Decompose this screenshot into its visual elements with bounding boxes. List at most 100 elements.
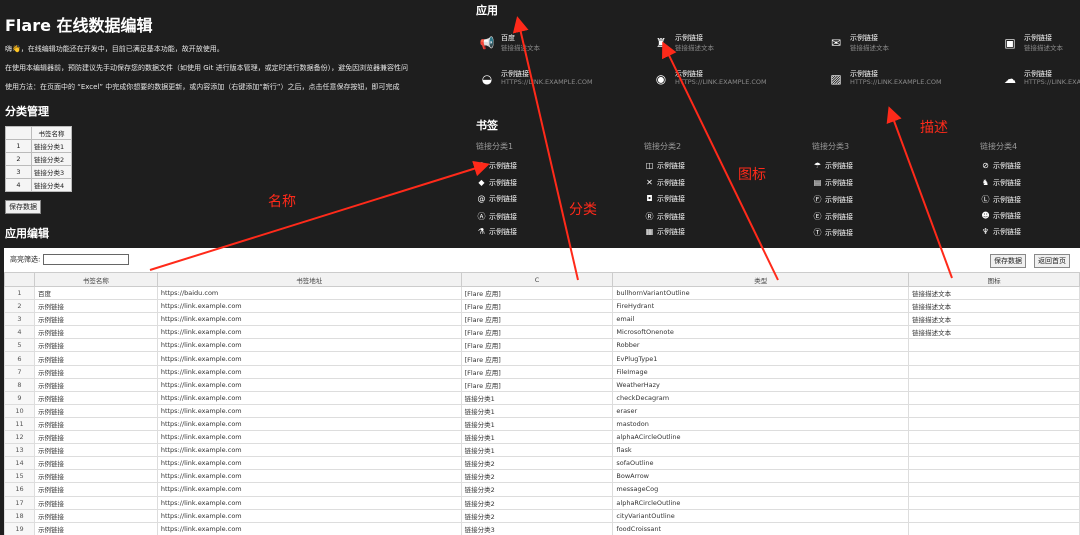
table-row[interactable]: 19 示例链接 https://link.example.com 链接分类3 foodC… — [4, 521, 1080, 535]
cell-icon[interactable] — [908, 469, 1080, 484]
table-row[interactable]: 15 示例链接 https://link.example.com 链接分类2 BowAr… — [4, 469, 1080, 484]
table-row[interactable]: 18 示例链接 https://link.example.com 链接分类2 cityV… — [4, 508, 1080, 523]
bookmark-item[interactable]: Ⓡ 示例链接 — [644, 211, 686, 222]
cell-icon[interactable] — [908, 390, 1080, 405]
cell-type[interactable]: EvPlugType1 — [612, 351, 910, 366]
cell-category[interactable]: [Flare 应用] — [460, 285, 614, 301]
table-row[interactable]: 5 示例链接 https://link.example.com [Flare 应用] R… — [4, 338, 1080, 353]
cell-url[interactable]: https://link.example.com — [156, 416, 462, 432]
bookmark-item[interactable]: ◆ 示例链接 — [476, 178, 517, 188]
cell-category[interactable]: 链接分类2 — [460, 508, 614, 523]
category-row-name[interactable]: 链接分类4 — [31, 178, 72, 192]
cell-icon[interactable]: 链接描述文本 — [908, 299, 1080, 314]
bookmark-item[interactable]: Ⓔ 示例链接 — [812, 211, 854, 222]
cell-type[interactable]: alphaRCircleOutline — [612, 495, 910, 510]
cell-category[interactable]: 链接分类2 — [460, 482, 614, 497]
table-row[interactable]: 10 示例链接 https://link.example.com 链接分类1 erase… — [4, 403, 1080, 418]
cell-url[interactable]: https://link.example.com — [156, 351, 462, 366]
cell-name[interactable]: 示例链接 — [33, 508, 158, 523]
bookmark-item[interactable]: ♞ 示例链接 — [980, 178, 1021, 188]
cell-category[interactable]: [Flare 应用] — [460, 299, 614, 314]
bookmark-item[interactable]: ✕ 示例链接 — [644, 178, 685, 188]
cell-name[interactable]: 示例链接 — [33, 364, 158, 379]
cell-url[interactable]: https://link.example.com — [156, 469, 462, 484]
bookmark-item[interactable]: ▦ 示例链接 — [644, 227, 685, 237]
app-item[interactable]: ▣ 示例链接 链接描述文本 — [1002, 33, 1080, 59]
bookmark-item[interactable]: ☻ 示例链接 — [980, 211, 1021, 221]
cell-category[interactable]: 链接分类2 — [460, 456, 614, 471]
cell-category[interactable]: [Flare 应用] — [460, 338, 614, 353]
table-row[interactable]: 8 示例链接 https://link.example.com [Flare 应用] W… — [4, 377, 1080, 392]
bookmark-item[interactable]: ◘ 示例链接 — [644, 194, 685, 204]
cell-name[interactable]: 示例链接 — [33, 299, 158, 314]
cell-name[interactable]: 示例链接 — [33, 456, 158, 471]
cell-type[interactable]: eraser — [612, 403, 910, 418]
cell-icon[interactable] — [908, 403, 1080, 418]
cell-icon[interactable] — [908, 443, 1080, 458]
app-item[interactable]: ▨ 示例链接 HTTPS://LINK.EXAMPLE.COM — [828, 69, 1008, 95]
cell-name[interactable]: 示例链接 — [33, 521, 158, 535]
cell-icon[interactable] — [908, 456, 1080, 471]
cell-name[interactable]: 示例链接 — [33, 338, 158, 353]
cell-name[interactable]: 示例链接 — [33, 403, 158, 418]
app-item[interactable]: ✉ 示例链接 链接描述文本 — [828, 33, 1008, 59]
cell-icon[interactable] — [908, 430, 1080, 445]
cell-category[interactable]: 链接分类1 — [460, 443, 614, 458]
cell-category[interactable]: 链接分类2 — [460, 469, 614, 484]
cell-name[interactable]: 示例链接 — [33, 377, 158, 392]
cell-icon[interactable] — [908, 482, 1080, 497]
cell-name[interactable]: 示例链接 — [33, 312, 158, 327]
cell-category[interactable]: 链接分类1 — [460, 403, 614, 418]
cell-icon[interactable] — [908, 364, 1080, 379]
bookmark-item[interactable]: Ⓣ 示例链接 — [812, 227, 854, 238]
cell-name[interactable]: 示例链接 — [33, 482, 158, 497]
table-row[interactable]: 13 示例链接 https://link.example.com 链接分类1 flask — [4, 443, 1080, 458]
cell-url[interactable]: https://link.example.com — [156, 390, 462, 405]
cell-name[interactable]: 示例链接 — [33, 443, 158, 458]
cell-type[interactable]: FireHydrant — [612, 299, 910, 314]
category-row[interactable]: 1 链接分类1 — [5, 139, 72, 153]
app-item[interactable]: ◒ 示例链接 HTTPS://LINK.EXAMPLE.COM — [479, 69, 659, 95]
app-item[interactable]: 📢 百度 链接描述文本 — [479, 33, 659, 59]
cell-name[interactable]: 示例链接 — [33, 430, 158, 445]
bookmark-item[interactable]: ☂ 示例链接 — [812, 161, 853, 171]
bookmark-item[interactable]: ◫ 示例链接 — [644, 161, 685, 171]
cell-category[interactable]: 链接分类1 — [460, 390, 614, 405]
bookmark-item[interactable]: ✺ 示例链接 — [476, 161, 517, 171]
cell-category[interactable]: 链接分类1 — [460, 430, 614, 445]
table-row[interactable]: 11 示例链接 https://link.example.com 链接分类1 masto… — [4, 416, 1080, 432]
cell-url[interactable]: https://link.example.com — [156, 338, 462, 353]
editor-save-button[interactable]: 保存数据 — [990, 254, 1026, 268]
category-row[interactable]: 4 链接分类4 — [5, 178, 72, 192]
bookmark-item[interactable]: ▤ 示例链接 — [812, 178, 853, 188]
cell-type[interactable]: mastodon — [612, 416, 910, 432]
cell-name[interactable]: 示例链接 — [33, 469, 158, 484]
cell-url[interactable]: https://link.example.com — [156, 521, 462, 535]
cell-category[interactable]: [Flare 应用] — [460, 377, 614, 392]
table-row[interactable]: 12 示例链接 https://link.example.com 链接分类1 alpha… — [4, 430, 1080, 445]
cell-name[interactable]: 示例链接 — [33, 390, 158, 405]
cell-category[interactable]: [Flare 应用] — [460, 325, 614, 340]
cell-url[interactable]: https://link.example.com — [156, 495, 462, 510]
bookmark-item[interactable]: Ⓛ 示例链接 — [980, 194, 1022, 205]
column-header-type[interactable]: 类型 — [612, 272, 910, 287]
cell-url[interactable]: https://link.example.com — [156, 377, 462, 392]
column-header-icon[interactable]: 图标 — [908, 272, 1080, 287]
cell-type[interactable]: FileImage — [612, 364, 910, 379]
cell-name[interactable]: 示例链接 — [33, 416, 158, 432]
cell-type[interactable]: messageCog — [612, 482, 910, 497]
cell-url[interactable]: https://link.example.com — [156, 482, 462, 497]
cell-url[interactable]: https://link.example.com — [156, 403, 462, 418]
cell-type[interactable]: MicrosoftOnenote — [612, 325, 910, 340]
cell-url[interactable]: https://link.example.com — [156, 312, 462, 327]
cell-url[interactable]: https://link.example.com — [156, 299, 462, 314]
cell-type[interactable]: BowArrow — [612, 469, 910, 484]
table-row[interactable]: 6 示例链接 https://link.example.com [Flare 应用] E… — [4, 351, 1080, 366]
cell-url[interactable]: https://link.example.com — [156, 325, 462, 340]
cell-name[interactable]: 示例链接 — [33, 351, 158, 366]
app-item[interactable]: ☁ 示例链接 HTTPS://LINK.EXAMPLE.COM — [1002, 69, 1080, 95]
cell-type[interactable]: bullhornVariantOutline — [612, 285, 910, 301]
bookmark-item[interactable]: Ⓕ 示例链接 — [812, 194, 854, 205]
table-row[interactable]: 1 百度 https://baidu.com [Flare 应用] bullhornVa… — [4, 285, 1080, 301]
cell-icon[interactable]: 链接描述文本 — [908, 285, 1080, 301]
